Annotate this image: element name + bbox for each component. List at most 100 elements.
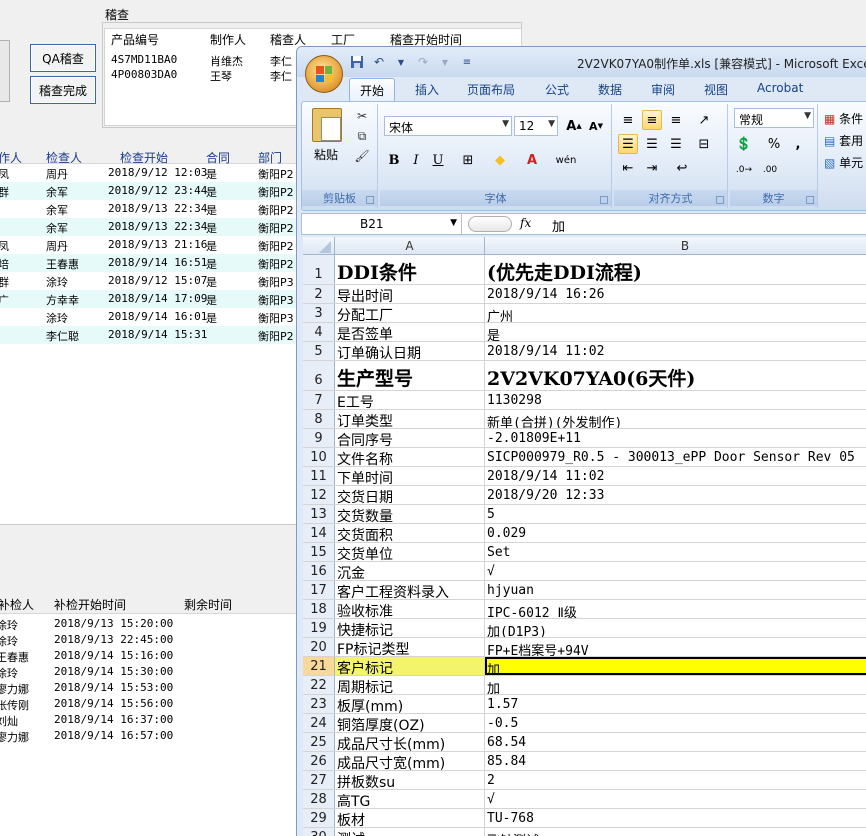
row-header[interactable]: 13 xyxy=(303,505,335,523)
align-top-icon[interactable]: ≡ xyxy=(618,110,638,130)
listbox-row[interactable]: 4P00803DA0 xyxy=(111,68,177,81)
office-button[interactable] xyxy=(305,55,343,93)
tab-page-layout[interactable]: 页面布局 xyxy=(467,81,515,98)
row-header[interactable]: 20 xyxy=(303,638,335,656)
recheck-row[interactable]: 刘灿 2018/9/14 16:37:00 xyxy=(0,712,300,728)
cell-b[interactable]: (优先走DDI流程) xyxy=(485,255,866,284)
row-header[interactable]: 10 xyxy=(303,448,335,466)
cell-a[interactable]: 板厚(mm) xyxy=(335,695,485,713)
italic-icon[interactable]: I xyxy=(406,150,426,170)
cell-b[interactable]: 广州 xyxy=(485,304,866,322)
formula-input[interactable]: 加 xyxy=(552,216,565,235)
recheck-row[interactable]: 王春惠 2018/9/14 15:16:00 xyxy=(0,648,300,664)
inspection-row[interactable]: 余军 2018/9/13 22:34 是 衡阳P2 xyxy=(0,218,300,236)
cell-a[interactable]: 测试 xyxy=(335,828,485,836)
cell-b[interactable]: hjyuan xyxy=(485,581,866,599)
row-header[interactable]: 21 xyxy=(303,657,335,675)
cell-a[interactable]: 客户工程资料录入 xyxy=(335,581,485,599)
customize-qat-icon[interactable]: ≡ xyxy=(459,54,475,70)
cell-a[interactable]: 生产型号 xyxy=(335,361,485,390)
row-header[interactable]: 30 xyxy=(303,828,335,836)
increase-decimal-icon[interactable]: .0→ xyxy=(734,160,754,180)
cell-a[interactable]: 成品尺寸长(mm) xyxy=(335,733,485,751)
align-middle-icon[interactable]: ≡ xyxy=(642,110,662,130)
copy-icon[interactable]: ⧉ xyxy=(354,128,370,144)
shrink-font-icon[interactable]: A ▼ xyxy=(586,116,606,136)
row-header[interactable]: 29 xyxy=(303,809,335,827)
cell-b[interactable]: 2018/9/20 12:33 xyxy=(485,486,866,504)
merge-center-icon[interactable]: ⊟ xyxy=(694,134,714,154)
save-icon[interactable] xyxy=(349,54,365,70)
font-name-select[interactable]: 宋体 ▼ xyxy=(384,116,512,136)
inspection-row[interactable]: 涂玲 2018/9/14 16:01 是 衡阳P3 xyxy=(0,308,300,326)
number-launcher-icon[interactable] xyxy=(806,196,814,204)
inspection-row[interactable]: 凤 周丹 2018/9/12 12:03 是 衡阳P2 xyxy=(0,164,300,182)
cell-b[interactable]: 2018/9/14 11:02 xyxy=(485,467,866,485)
row-header[interactable]: 9 xyxy=(303,429,335,447)
format-painter-icon[interactable]: 🖌 xyxy=(354,148,370,164)
qa-check-button[interactable]: QA稽查 xyxy=(30,44,96,72)
row-header[interactable]: 18 xyxy=(303,600,335,618)
cut-icon[interactable]: ✂ xyxy=(354,108,370,124)
cell-a[interactable]: 板材 xyxy=(335,809,485,827)
row-header[interactable]: 7 xyxy=(303,391,335,409)
row-header[interactable]: 15 xyxy=(303,543,335,561)
tab-view[interactable]: 视图 xyxy=(704,81,728,98)
cell-b[interactable]: Set xyxy=(485,543,866,561)
column-header-a[interactable]: A xyxy=(335,237,485,255)
cell-b[interactable]: 0.029 xyxy=(485,524,866,542)
row-header[interactable]: 5 xyxy=(303,342,335,360)
cell-b[interactable]: 飞针测试 xyxy=(485,828,866,836)
cell-b[interactable]: TU-768 xyxy=(485,809,866,827)
align-right-icon[interactable]: ☰ xyxy=(666,134,686,154)
recheck-row[interactable]: 涂玲 2018/9/14 15:30:00 xyxy=(0,664,300,680)
cell-a[interactable]: 拼板数su xyxy=(335,771,485,789)
cell-b[interactable]: -0.5 xyxy=(485,714,866,732)
row-header[interactable]: 16 xyxy=(303,562,335,580)
cell-a[interactable]: 订单类型 xyxy=(335,410,485,428)
font-size-select[interactable]: 12 ▼ xyxy=(514,116,558,136)
decrease-decimal-icon[interactable]: .00 xyxy=(760,160,780,180)
check-done-button[interactable]: 稽查完成 xyxy=(30,76,96,104)
formula-splitter[interactable] xyxy=(468,216,512,232)
excel-window[interactable]: ↶ ▼ ↷ ▼ ≡ 2V2VK07YA0制作单.xls [兼容模式] - Mic… xyxy=(296,46,866,836)
percent-button[interactable]: % xyxy=(764,134,784,154)
cell-b[interactable]: 68.54 xyxy=(485,733,866,751)
cell-b[interactable]: 加(D1P3) xyxy=(485,619,866,637)
cell-a[interactable]: 沉金 xyxy=(335,562,485,580)
row-header[interactable]: 1 xyxy=(303,255,335,284)
row-header[interactable]: 25 xyxy=(303,733,335,751)
row-header[interactable]: 3 xyxy=(303,304,335,322)
cell-b[interactable]: 1.57 xyxy=(485,695,866,713)
column-header-b[interactable]: B xyxy=(485,237,866,255)
cell-b[interactable]: -2.01809E+11 xyxy=(485,429,866,447)
cell-a[interactable]: 验收标准 xyxy=(335,600,485,618)
decrease-indent-icon[interactable]: ⇤ xyxy=(618,158,638,178)
tab-acrobat[interactable]: Acrobat xyxy=(757,81,803,95)
select-all-corner[interactable] xyxy=(303,237,335,255)
cell-a[interactable]: 交货日期 xyxy=(335,486,485,504)
align-bottom-icon[interactable]: ≡ xyxy=(666,110,686,130)
font-launcher-icon[interactable] xyxy=(600,196,608,204)
inspection-row[interactable]: 群 涂玲 2018/9/12 15:07 是 衡阳P3 xyxy=(0,272,300,290)
cell-a[interactable]: 交货单位 xyxy=(335,543,485,561)
tab-formulas[interactable]: 公式 xyxy=(545,81,569,98)
row-header[interactable]: 24 xyxy=(303,714,335,732)
inspection-grid[interactable]: 作人 检查人 检查开始 合同 部门 凤周丹 2018/9/12 12:03 是衡阳P… xyxy=(0,146,300,526)
excel-titlebar[interactable]: ↶ ▼ ↷ ▼ ≡ 2V2VK07YA0制作单.xls [兼容模式] - Mic… xyxy=(297,47,866,77)
cell-b[interactable]: √ xyxy=(485,790,866,808)
inspection-row[interactable]: 凤 周丹 2018/9/13 21:16 是 衡阳P2 xyxy=(0,236,300,254)
grow-font-icon[interactable]: A ▲ xyxy=(564,116,584,136)
borders-icon[interactable]: ⊞ xyxy=(458,150,478,170)
col-header-recheck-person[interactable]: 补检人 xyxy=(0,596,34,613)
font-color-icon[interactable]: A xyxy=(522,150,542,170)
row-header[interactable]: 14 xyxy=(303,524,335,542)
row-header[interactable]: 23 xyxy=(303,695,335,713)
col-header-remaining[interactable]: 剩余时间 xyxy=(184,596,232,613)
active-cell-b21[interactable]: 加 xyxy=(485,657,866,675)
row-header[interactable]: 8 xyxy=(303,410,335,428)
row-header[interactable]: 28 xyxy=(303,790,335,808)
inspection-row[interactable]: 广 方幸幸 2018/9/14 17:09 是 衡阳P3 xyxy=(0,290,300,308)
cell-b[interactable]: 1130298 xyxy=(485,391,866,409)
name-box[interactable]: B21 ▼ xyxy=(302,214,462,234)
